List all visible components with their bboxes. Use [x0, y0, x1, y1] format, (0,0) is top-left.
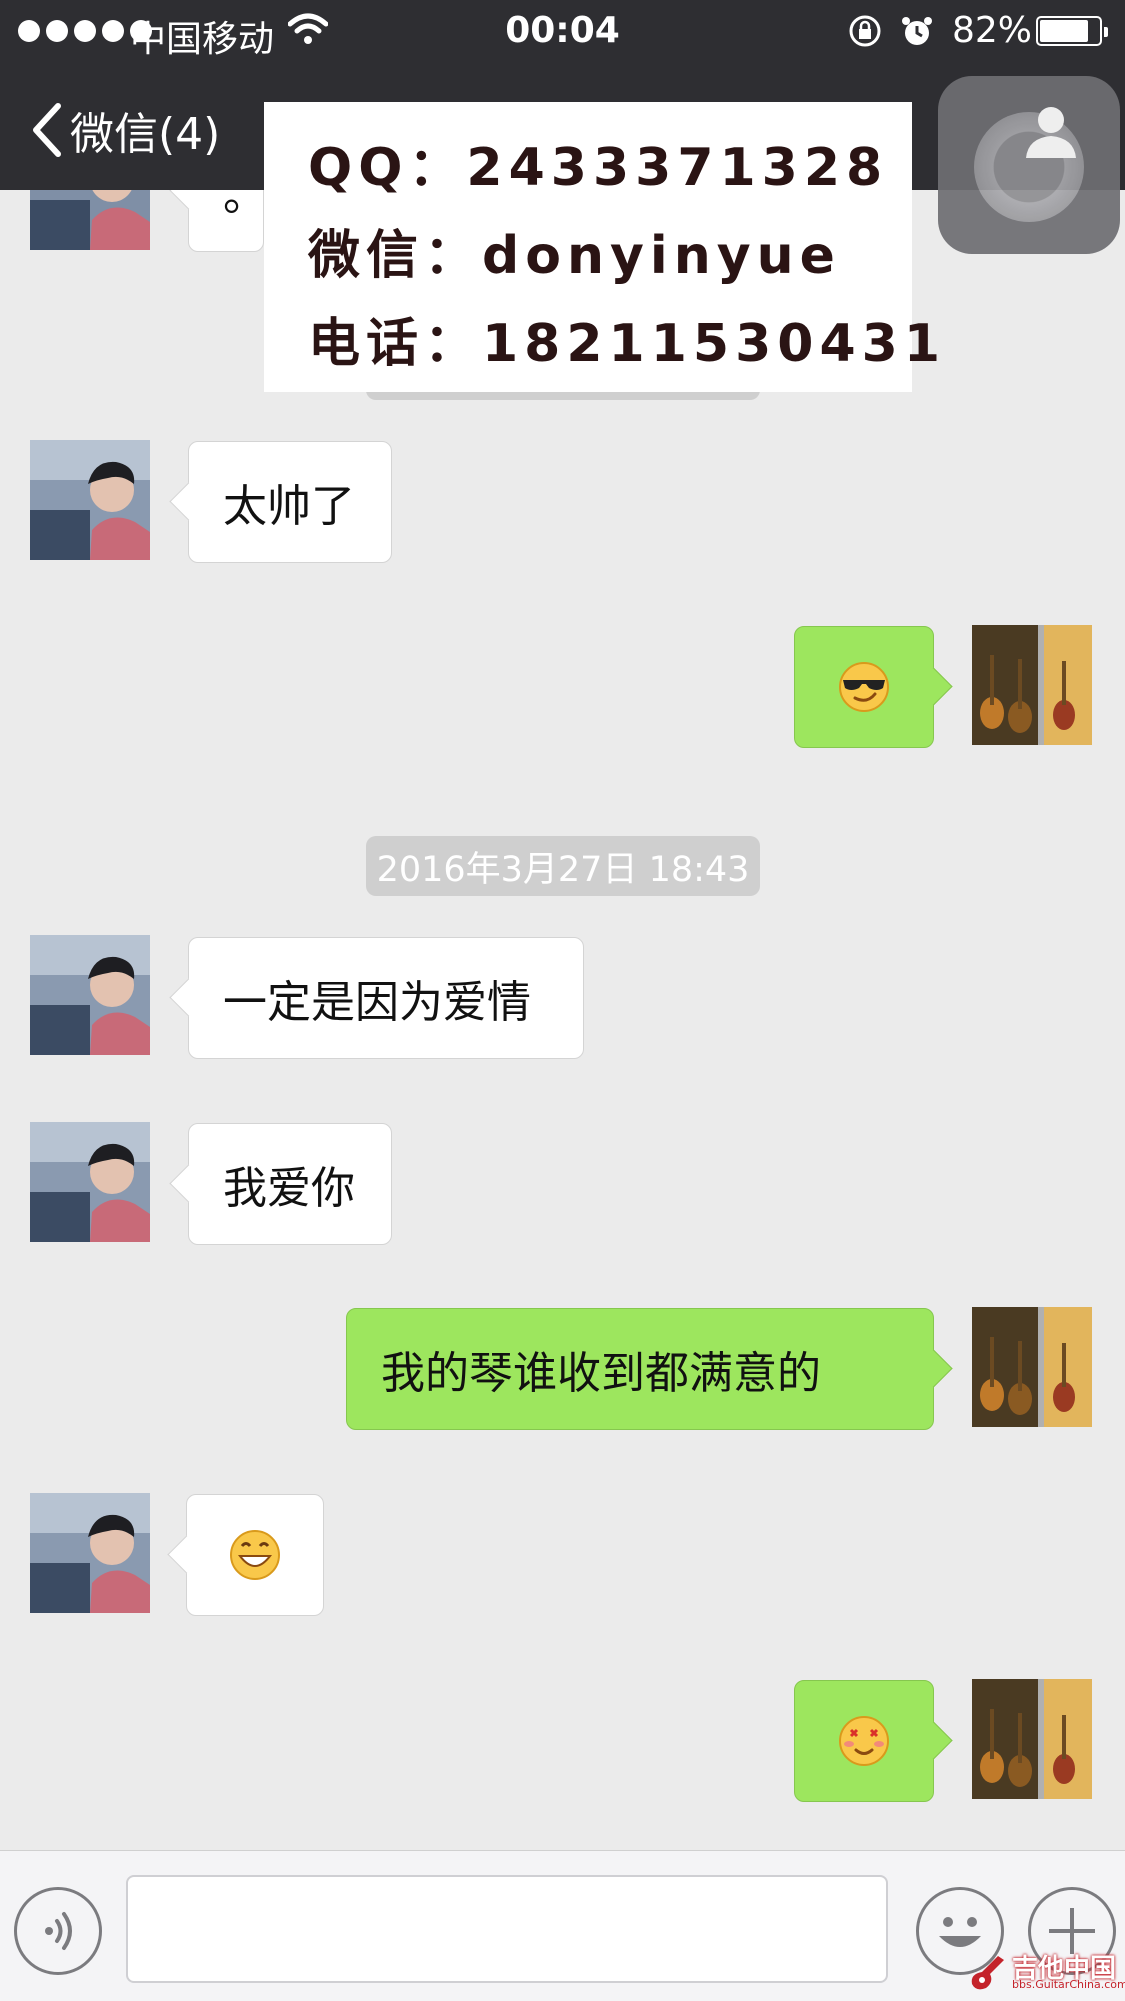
status-bar: 中国移动 00:04 82%: [0, 0, 1125, 64]
message-text: 一定是因为爱情: [223, 977, 531, 1028]
message-bubble-incoming[interactable]: 我爱你: [188, 1123, 392, 1245]
back-label: 微信(4): [70, 109, 221, 160]
phone-number: 电话：18211530431: [308, 314, 946, 374]
my-avatar[interactable]: [972, 625, 1092, 745]
my-avatar[interactable]: [972, 1307, 1092, 1427]
contact-avatar[interactable]: [30, 935, 150, 1055]
assistive-touch-button[interactable]: [938, 76, 1120, 254]
watermark-subtext: bbs.GuitarChina.com: [1012, 1978, 1125, 1991]
chevron-left-icon: [33, 103, 61, 157]
input-bar: [0, 1850, 1125, 2001]
voice-input-button[interactable]: [14, 1887, 102, 1975]
rotation-lock-icon: [849, 15, 881, 47]
message-bubble-outgoing[interactable]: 我的琴谁收到都满意的: [346, 1308, 934, 1430]
alarm-icon: [902, 17, 932, 45]
voice-icon: [45, 1912, 72, 1950]
grin-emoji: [230, 1530, 280, 1580]
cool-sunglasses-emoji: [839, 662, 889, 712]
wechat-id: 微信：donyinyue: [308, 226, 841, 286]
watermark: 吉他中国 bbs.GuitarChina.com: [968, 1948, 1125, 1998]
guitar-logo-icon: [971, 1956, 1004, 1990]
person-icon: [1026, 107, 1076, 158]
timestamp-label: 2016年3月27日 18:43: [366, 836, 760, 896]
heart-eyes-smile-emoji: [839, 1716, 889, 1766]
contact-avatar[interactable]: [30, 440, 150, 560]
message-bubble-incoming[interactable]: [186, 1494, 324, 1616]
qq-number: QQ：2433371328: [308, 138, 889, 198]
message-text: 我的琴谁收到都满意的: [381, 1348, 821, 1399]
message-input[interactable]: [126, 1875, 888, 1983]
battery-icon: [1036, 16, 1108, 46]
message-text: 我爱你: [223, 1163, 355, 1214]
my-avatar[interactable]: [972, 1679, 1092, 1799]
message-bubble-outgoing[interactable]: [794, 1680, 934, 1802]
contact-avatar[interactable]: [30, 1122, 150, 1242]
message-text: 太帅了: [223, 481, 355, 532]
contact-info-overlay: QQ：2433371328 微信：donyinyue 电话：1821153043…: [264, 102, 946, 392]
message-bubble-outgoing[interactable]: [794, 626, 934, 748]
back-button[interactable]: 微信(4): [28, 98, 220, 162]
contact-avatar[interactable]: [30, 1493, 150, 1613]
message-bubble-incoming[interactable]: 一定是因为爱情: [188, 937, 584, 1059]
message-bubble-incoming[interactable]: 太帅了: [188, 441, 392, 563]
battery-percentage: 82%: [952, 10, 1033, 51]
